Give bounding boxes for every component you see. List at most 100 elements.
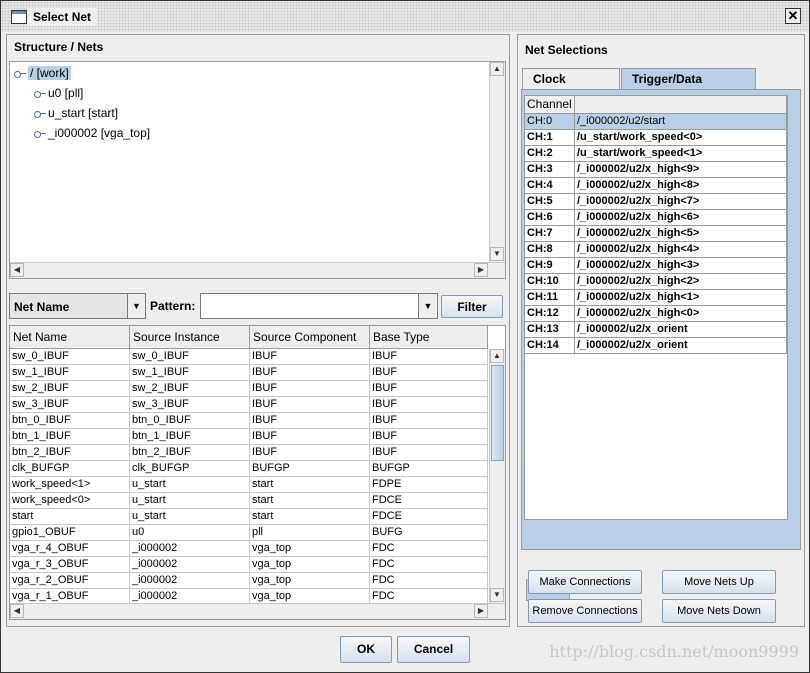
scroll-thumb[interactable]: [491, 365, 504, 461]
scroll-right-icon[interactable]: ▶: [474, 263, 488, 277]
tree-node-label: u_start [start]: [48, 106, 119, 120]
chevron-down-icon[interactable]: ▼: [419, 294, 437, 318]
chevron-down-icon[interactable]: ▼: [127, 294, 145, 318]
cell-channel: CH:9: [525, 258, 575, 274]
cell-net-path: /u_start/work_speed<0>: [575, 130, 787, 146]
table-row[interactable]: btn_0_IBUF btn_0_IBUF IBUF IBUF: [10, 413, 488, 429]
table-row[interactable]: btn_1_IBUF btn_1_IBUF IBUF IBUF: [10, 429, 488, 445]
tree-node-u-start[interactable]: u_start [start]: [34, 104, 118, 122]
title-bar[interactable]: Select Net ✕: [1, 1, 809, 32]
table-row[interactable]: gpio1_OBUF u0 pll BUFG: [10, 525, 488, 541]
channel-row[interactable]: CH:10/_i000002/u2/x_high<2>: [525, 274, 787, 290]
scroll-right-icon[interactable]: ▶: [474, 604, 488, 618]
table-row[interactable]: sw_2_IBUF sw_2_IBUF IBUF IBUF: [10, 381, 488, 397]
channel-row[interactable]: CH:0/_i000002/u2/start: [525, 114, 787, 130]
table-row[interactable]: clk_BUFGP clk_BUFGP BUFGP BUFGP: [10, 461, 488, 477]
channel-row[interactable]: CH:14/_i000002/u2/x_orient: [525, 338, 787, 354]
cell-base-type: FDCE: [370, 493, 488, 509]
scroll-down-icon[interactable]: ▼: [490, 247, 504, 261]
cell-source-instance: _i000002: [130, 557, 250, 573]
table-row[interactable]: vga_r_4_OBUF _i000002 vga_top FDC: [10, 541, 488, 557]
cell-base-type: FDC: [370, 573, 488, 589]
table-row[interactable]: work_speed<1> u_start start FDPE: [10, 477, 488, 493]
remove-connections-button[interactable]: Remove Connections: [528, 599, 642, 623]
channel-row[interactable]: CH:3/_i000002/u2/x_high<9>: [525, 162, 787, 178]
channel-row[interactable]: CH:7/_i000002/u2/x_high<5>: [525, 226, 787, 242]
channel-row[interactable]: CH:2/u_start/work_speed<1>: [525, 146, 787, 162]
cell-source-instance: sw_2_IBUF: [130, 381, 250, 397]
move-nets-down-button[interactable]: Move Nets Down: [662, 599, 776, 623]
channel-row[interactable]: CH:12/_i000002/u2/x_high<0>: [525, 306, 787, 322]
cell-channel: CH:0: [525, 114, 575, 130]
cell-source-component: start: [250, 509, 370, 525]
tree-expand-icon[interactable]: [14, 69, 28, 79]
tree-node-label: u0 [pll]: [48, 86, 84, 100]
scroll-down-icon[interactable]: ▼: [490, 588, 504, 602]
channel-row[interactable]: CH:5/_i000002/u2/x_high<7>: [525, 194, 787, 210]
channel-row[interactable]: CH:8/_i000002/u2/x_high<4>: [525, 242, 787, 258]
cell-net-path: /_i000002/u2/x_high<9>: [575, 162, 787, 178]
channel-row[interactable]: CH:6/_i000002/u2/x_high<6>: [525, 210, 787, 226]
pattern-dropdown[interactable]: ▼: [418, 293, 438, 319]
table-row[interactable]: sw_0_IBUF sw_0_IBUF IBUF IBUF: [10, 349, 488, 365]
channel-row[interactable]: CH:9/_i000002/u2/x_high<3>: [525, 258, 787, 274]
table-row[interactable]: sw_3_IBUF sw_3_IBUF IBUF IBUF: [10, 397, 488, 413]
table-row[interactable]: start u_start start FDCE: [10, 509, 488, 525]
tree-node-u0[interactable]: u0 [pll]: [34, 84, 83, 102]
cell-source-instance: clk_BUFGP: [130, 461, 250, 477]
table-row[interactable]: vga_r_3_OBUF _i000002 vga_top FDC: [10, 557, 488, 573]
tab-trigger-data-signals[interactable]: Trigger/Data Signals: [621, 68, 756, 106]
scroll-left-icon[interactable]: ◀: [10, 604, 24, 618]
channel-row[interactable]: CH:13/_i000002/u2/x_orient: [525, 322, 787, 338]
tree-node-label: / [work]: [28, 66, 71, 80]
channel-table: Channel CH:0/_i000002/u2/start CH:1/u_sta…: [524, 95, 788, 520]
table-row[interactable]: btn_2_IBUF btn_2_IBUF IBUF IBUF: [10, 445, 488, 461]
pattern-input[interactable]: [200, 293, 420, 319]
cell-channel: CH:13: [525, 322, 575, 338]
tree-node-label: _i000002 [vga_top]: [48, 126, 151, 140]
close-icon[interactable]: ✕: [785, 8, 801, 24]
filter-bar: Net Name ▼ Pattern: ▼ Filter: [9, 293, 506, 321]
cell-source-instance: btn_0_IBUF: [130, 413, 250, 429]
scroll-left-icon[interactable]: ◀: [10, 263, 24, 277]
structure-panel: Structure / Nets / [work] u0 [pll] u_sta…: [6, 34, 510, 627]
tree-node-i000002[interactable]: _i000002 [vga_top]: [34, 124, 150, 142]
column-header-channel[interactable]: Channel: [525, 96, 575, 113]
tab-clock-signals[interactable]: Clock Signals: [522, 68, 620, 106]
tree-node-root[interactable]: / [work]: [14, 64, 71, 82]
cell-source-component: start: [250, 493, 370, 509]
column-header-net[interactable]: [575, 96, 787, 113]
cell-source-component: IBUF: [250, 413, 370, 429]
move-nets-up-button[interactable]: Move Nets Up: [662, 570, 776, 594]
column-header-base-type[interactable]: Base Type: [370, 326, 488, 348]
cell-net-path: /u_start/work_speed<1>: [575, 146, 787, 162]
pattern-label: Pattern:: [150, 299, 196, 313]
table-row[interactable]: sw_1_IBUF sw_1_IBUF IBUF IBUF: [10, 365, 488, 381]
table-row[interactable]: work_speed<0> u_start start FDCE: [10, 493, 488, 509]
column-header-source-component[interactable]: Source Component: [250, 326, 370, 348]
column-header-source-instance[interactable]: Source Instance: [130, 326, 250, 348]
cell-source-component: vga_top: [250, 541, 370, 557]
cell-source-instance: btn_2_IBUF: [130, 445, 250, 461]
tree-vertical-scrollbar[interactable]: ▲ ▼: [489, 62, 505, 262]
ok-button[interactable]: OK: [340, 636, 392, 663]
cell-source-instance: sw_3_IBUF: [130, 397, 250, 413]
cell-channel: CH:3: [525, 162, 575, 178]
scroll-up-icon[interactable]: ▲: [490, 349, 504, 363]
channel-row[interactable]: CH:4/_i000002/u2/x_high<8>: [525, 178, 787, 194]
net-table-horizontal-scrollbar[interactable]: ◀ ▶: [10, 603, 505, 619]
channel-row[interactable]: CH:11/_i000002/u2/x_high<1>: [525, 290, 787, 306]
net-table-vertical-scrollbar[interactable]: ▲ ▼: [489, 349, 505, 603]
column-header-net-name[interactable]: Net Name: [10, 326, 130, 348]
table-row[interactable]: vga_r_2_OBUF _i000002 vga_top FDC: [10, 573, 488, 589]
channel-row[interactable]: CH:1/u_start/work_speed<0>: [525, 130, 787, 146]
cell-channel: CH:14: [525, 338, 575, 354]
net-name-select[interactable]: Net Name ▼: [9, 293, 146, 319]
cell-net-name: vga_r_4_OBUF: [10, 541, 130, 557]
cancel-button[interactable]: Cancel: [397, 636, 470, 663]
filter-button[interactable]: Filter: [441, 295, 503, 318]
tree-horizontal-scrollbar[interactable]: ◀ ▶: [10, 262, 505, 278]
make-connections-button[interactable]: Make Connections: [528, 570, 642, 594]
scroll-up-icon[interactable]: ▲: [490, 62, 504, 76]
window-title: Select Net: [27, 8, 98, 26]
